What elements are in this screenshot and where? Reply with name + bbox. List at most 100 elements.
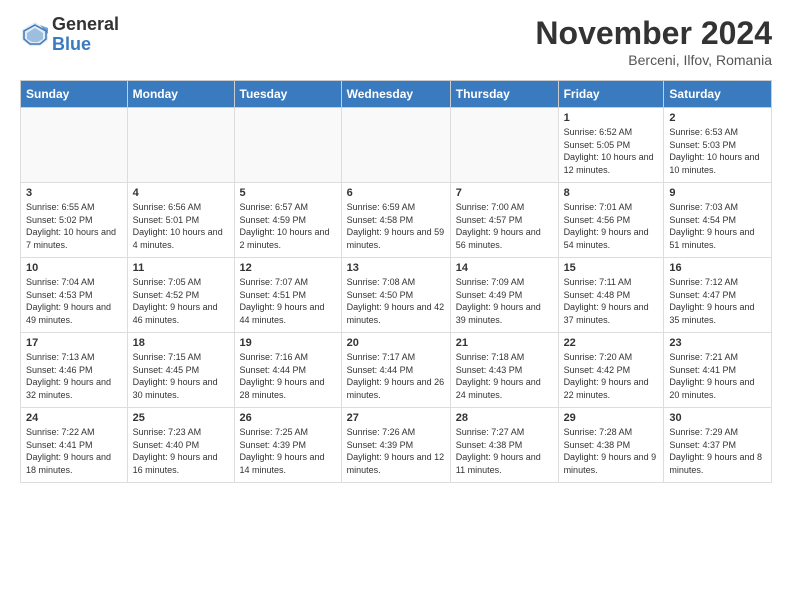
title-block: November 2024 Berceni, Ilfov, Romania [535, 15, 772, 68]
calendar-body: 1 Sunrise: 6:52 AM Sunset: 5:05 PM Daylig… [21, 108, 772, 483]
logo-general: General [52, 15, 119, 35]
day-info: Sunrise: 6:57 AM Sunset: 4:59 PM Dayligh… [240, 201, 336, 251]
day-cell: 22Sunrise: 7:20 AM Sunset: 4:42 PM Dayli… [558, 333, 664, 408]
day-cell [21, 108, 128, 183]
day-info: Sunrise: 7:18 AM Sunset: 4:43 PM Dayligh… [456, 351, 553, 401]
day-cell: 24 Sunrise: 7:22 AM Sunset: 4:41 PM Dayli… [21, 408, 128, 483]
day-info: Sunrise: 7:12 AM Sunset: 4:47 PM Dayligh… [669, 276, 766, 326]
day-cell: 20 Sunrise: 7:17 AM Sunset: 4:44 PM Dayli… [341, 333, 450, 408]
day-cell: 23 Sunrise: 7:21 AM Sunset: 4:41 PM Dayli… [664, 333, 772, 408]
day-info: Sunrise: 6:56 AM Sunset: 5:01 PM Dayligh… [133, 201, 229, 251]
day-cell: 5Sunrise: 6:57 AM Sunset: 4:59 PM Daylig… [234, 183, 341, 258]
day-cell [234, 108, 341, 183]
day-info: Sunrise: 7:22 AM Sunset: 4:41 PM Dayligh… [26, 426, 122, 476]
logo-icon [20, 20, 50, 50]
day-info: Sunrise: 7:29 AM Sunset: 4:37 PM Dayligh… [669, 426, 766, 476]
day-info: Sunrise: 7:28 AM Sunset: 4:38 PM Dayligh… [564, 426, 659, 476]
header-monday: Monday [127, 81, 234, 108]
day-info: Sunrise: 6:55 AM Sunset: 5:02 PM Dayligh… [26, 201, 122, 251]
day-number: 17 [26, 337, 122, 349]
day-info: Sunrise: 7:01 AM Sunset: 4:56 PM Dayligh… [564, 201, 659, 251]
logo-text: General Blue [52, 15, 119, 55]
header-sunday: Sunday [21, 81, 128, 108]
day-cell: 18 Sunrise: 7:15 AM Sunset: 4:45 PM Dayli… [127, 333, 234, 408]
day-cell: 28Sunrise: 7:27 AM Sunset: 4:38 PM Dayli… [450, 408, 558, 483]
day-info: Sunrise: 7:07 AM Sunset: 4:51 PM Dayligh… [240, 276, 336, 326]
location: Berceni, Ilfov, Romania [535, 52, 772, 68]
day-info: Sunrise: 7:04 AM Sunset: 4:53 PM Dayligh… [26, 276, 122, 326]
day-number: 18 [133, 337, 229, 349]
day-number: 22 [564, 337, 659, 349]
day-cell [450, 108, 558, 183]
day-cell: 14 Sunrise: 7:09 AM Sunset: 4:49 PM Dayli… [450, 258, 558, 333]
header-row: Sunday Monday Tuesday Wednesday Thursday… [21, 81, 772, 108]
day-cell: 8 Sunrise: 7:01 AM Sunset: 4:56 PM Daylig… [558, 183, 664, 258]
day-cell: 15 Sunrise: 7:11 AM Sunset: 4:48 PM Dayli… [558, 258, 664, 333]
day-number: 9 [669, 187, 766, 199]
day-info: Sunrise: 7:05 AM Sunset: 4:52 PM Dayligh… [133, 276, 229, 326]
header-wednesday: Wednesday [341, 81, 450, 108]
day-number: 24 [26, 412, 122, 424]
day-info: Sunrise: 7:21 AM Sunset: 4:41 PM Dayligh… [669, 351, 766, 401]
header-tuesday: Tuesday [234, 81, 341, 108]
day-number: 7 [456, 187, 553, 199]
day-number: 11 [133, 262, 229, 274]
day-info: Sunrise: 7:25 AM Sunset: 4:39 PM Dayligh… [240, 426, 336, 476]
logo: General Blue [20, 15, 119, 55]
day-cell: 9Sunrise: 7:03 AM Sunset: 4:54 PM Daylig… [664, 183, 772, 258]
week-row-1: 3Sunrise: 6:55 AM Sunset: 5:02 PM Daylig… [21, 183, 772, 258]
header-saturday: Saturday [664, 81, 772, 108]
day-cell: 17 Sunrise: 7:13 AM Sunset: 4:46 PM Dayli… [21, 333, 128, 408]
day-info: Sunrise: 6:59 AM Sunset: 4:58 PM Dayligh… [347, 201, 445, 251]
day-info: Sunrise: 7:11 AM Sunset: 4:48 PM Dayligh… [564, 276, 659, 326]
day-info: Sunrise: 6:53 AM Sunset: 5:03 PM Dayligh… [669, 126, 766, 176]
day-number: 10 [26, 262, 122, 274]
day-number: 4 [133, 187, 229, 199]
day-number: 12 [240, 262, 336, 274]
day-number: 13 [347, 262, 445, 274]
day-cell: 1 Sunrise: 6:52 AM Sunset: 5:05 PM Daylig… [558, 108, 664, 183]
day-info: Sunrise: 7:17 AM Sunset: 4:44 PM Dayligh… [347, 351, 445, 401]
day-cell: 16 Sunrise: 7:12 AM Sunset: 4:47 PM Dayli… [664, 258, 772, 333]
day-number: 23 [669, 337, 766, 349]
day-number: 6 [347, 187, 445, 199]
day-cell: 29 Sunrise: 7:28 AM Sunset: 4:38 PM Dayli… [558, 408, 664, 483]
day-cell: 13Sunrise: 7:08 AM Sunset: 4:50 PM Dayli… [341, 258, 450, 333]
day-info: Sunrise: 7:26 AM Sunset: 4:39 PM Dayligh… [347, 426, 445, 476]
day-cell: 26Sunrise: 7:25 AM Sunset: 4:39 PM Dayli… [234, 408, 341, 483]
day-number: 20 [347, 337, 445, 349]
day-info: Sunrise: 7:16 AM Sunset: 4:44 PM Dayligh… [240, 351, 336, 401]
day-number: 19 [240, 337, 336, 349]
day-cell: 21Sunrise: 7:18 AM Sunset: 4:43 PM Dayli… [450, 333, 558, 408]
calendar-container: General Blue November 2024 Berceni, Ilfo… [0, 0, 792, 493]
day-info: Sunrise: 7:23 AM Sunset: 4:40 PM Dayligh… [133, 426, 229, 476]
day-cell: 10 Sunrise: 7:04 AM Sunset: 4:53 PM Dayli… [21, 258, 128, 333]
day-number: 1 [564, 112, 659, 124]
day-number: 30 [669, 412, 766, 424]
day-number: 15 [564, 262, 659, 274]
day-cell: 19 Sunrise: 7:16 AM Sunset: 4:44 PM Dayli… [234, 333, 341, 408]
day-cell: 3Sunrise: 6:55 AM Sunset: 5:02 PM Daylig… [21, 183, 128, 258]
day-number: 2 [669, 112, 766, 124]
day-info: Sunrise: 7:09 AM Sunset: 4:49 PM Dayligh… [456, 276, 553, 326]
day-number: 14 [456, 262, 553, 274]
day-number: 25 [133, 412, 229, 424]
header-thursday: Thursday [450, 81, 558, 108]
day-info: Sunrise: 7:13 AM Sunset: 4:46 PM Dayligh… [26, 351, 122, 401]
day-cell: 27 Sunrise: 7:26 AM Sunset: 4:39 PM Dayli… [341, 408, 450, 483]
day-info: Sunrise: 6:52 AM Sunset: 5:05 PM Dayligh… [564, 126, 659, 176]
day-number: 8 [564, 187, 659, 199]
day-cell: 12 Sunrise: 7:07 AM Sunset: 4:51 PM Dayli… [234, 258, 341, 333]
calendar-header: Sunday Monday Tuesday Wednesday Thursday… [21, 81, 772, 108]
day-number: 29 [564, 412, 659, 424]
day-number: 28 [456, 412, 553, 424]
day-number: 27 [347, 412, 445, 424]
day-cell: 11 Sunrise: 7:05 AM Sunset: 4:52 PM Dayli… [127, 258, 234, 333]
week-row-2: 10 Sunrise: 7:04 AM Sunset: 4:53 PM Dayli… [21, 258, 772, 333]
day-number: 16 [669, 262, 766, 274]
logo-blue: Blue [52, 35, 119, 55]
day-info: Sunrise: 7:15 AM Sunset: 4:45 PM Dayligh… [133, 351, 229, 401]
month-title: November 2024 [535, 15, 772, 52]
day-cell: 4 Sunrise: 6:56 AM Sunset: 5:01 PM Daylig… [127, 183, 234, 258]
day-cell: 7Sunrise: 7:00 AM Sunset: 4:57 PM Daylig… [450, 183, 558, 258]
